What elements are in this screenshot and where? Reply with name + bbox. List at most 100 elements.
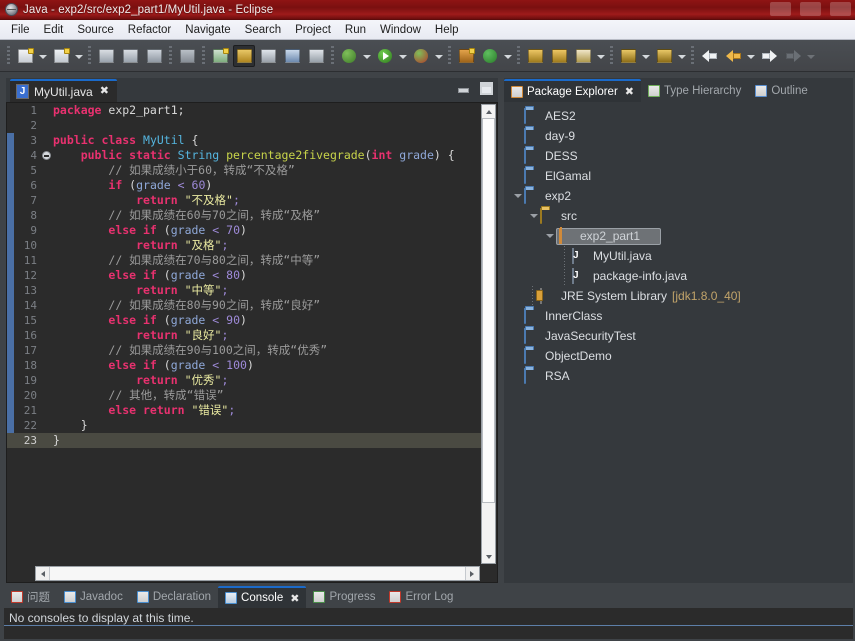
toolbar-toggle-mark-occurrences-button[interactable] [176, 45, 198, 67]
toolbar-last-edit-location-button[interactable] [305, 45, 327, 67]
menu-item-search[interactable]: Search [238, 22, 288, 38]
minimize-button[interactable] [770, 2, 791, 16]
menu-item-navigate[interactable]: Navigate [178, 22, 237, 38]
maximize-button[interactable] [800, 2, 821, 16]
toolbar-run-button[interactable] [374, 45, 396, 67]
explorer-tab-outline[interactable]: Outline [748, 79, 814, 102]
menu-item-run[interactable]: Run [338, 22, 373, 38]
bottom-tab-progress[interactable]: Progress [306, 586, 382, 608]
expand-arrow-icon[interactable] [526, 209, 540, 223]
code-line[interactable]: 7 return "不及格"; [7, 193, 481, 208]
toolbar-back-button[interactable] [698, 45, 720, 67]
code-line[interactable]: 17 // 如果成绩在90与100之间，转成“优秀” [7, 343, 481, 358]
code-line[interactable]: 14 // 如果成绩在80与90之间，转成“良好” [7, 298, 481, 313]
toolbar-import-button[interactable] [617, 45, 639, 67]
tree-item-exp2[interactable]: exp2 [504, 186, 853, 206]
chevron-down-icon[interactable] [433, 45, 444, 67]
project-tree[interactable]: AES2 day-9 DESS ElGamal exp2 srcexp2_part1 MyU… [504, 102, 853, 583]
code-line[interactable]: 18 else if (grade < 100) [7, 358, 481, 373]
chevron-down-icon[interactable] [361, 45, 372, 67]
code-line[interactable]: 4 public static String percentage2fivegr… [7, 148, 481, 163]
scroll-up-icon[interactable] [482, 105, 495, 118]
menu-item-project[interactable]: Project [288, 22, 338, 38]
menu-item-file[interactable]: File [4, 22, 37, 38]
code-line[interactable]: 1 package exp2_part1; [7, 103, 481, 118]
toolbar-new-java-annotation-button[interactable] [209, 45, 231, 67]
toolbar-refresh-button[interactable] [479, 45, 501, 67]
bottom-tab-error-log[interactable]: Error Log [382, 586, 460, 608]
tree-item-aes2[interactable]: AES2 [504, 106, 853, 126]
toolbar-save-button[interactable] [95, 45, 117, 67]
menu-item-help[interactable]: Help [428, 22, 466, 38]
code-line[interactable]: 5 // 如果成绩小于60，转成“不及格” [7, 163, 481, 178]
code-line[interactable]: 15 else if (grade < 90) [7, 313, 481, 328]
tree-item-exp2-part1[interactable]: exp2_part1 [504, 226, 853, 246]
close-icon[interactable]: ✖ [100, 86, 109, 97]
scroll-down-icon[interactable] [482, 550, 495, 563]
code-lines[interactable]: 1 package exp2_part1; 2 3 public class MyUti… [7, 103, 481, 565]
tree-item-elgamal[interactable]: ElGamal [504, 166, 853, 186]
menu-item-window[interactable]: Window [373, 22, 428, 38]
chevron-down-icon[interactable] [73, 45, 84, 67]
chevron-down-icon[interactable] [745, 45, 756, 67]
chevron-down-icon[interactable] [676, 45, 687, 67]
tree-item-javasecuritytest[interactable]: JavaSecurityTest [504, 326, 853, 346]
code-editor[interactable]: 1 package exp2_part1; 2 3 public class MyUti… [6, 102, 498, 583]
editor-horizontal-scrollbar[interactable] [35, 566, 480, 581]
expand-arrow-icon[interactable] [542, 229, 556, 243]
bottom-tab-javadoc[interactable]: Javadoc [57, 586, 130, 608]
tree-item-dess[interactable]: DESS [504, 146, 853, 166]
toolbar-next-icon-disabled[interactable] [782, 45, 804, 67]
toolbar-folder-button[interactable] [548, 45, 570, 67]
code-line[interactable]: 19 return "优秀"; [7, 373, 481, 388]
code-line[interactable]: 12 else if (grade < 80) [7, 268, 481, 283]
menu-item-source[interactable]: Source [70, 22, 120, 38]
chevron-down-icon[interactable] [640, 45, 651, 67]
menu-item-edit[interactable]: Edit [37, 22, 71, 38]
toolbar-run-coverage-button[interactable] [410, 45, 432, 67]
toolbar-print-button[interactable] [143, 45, 165, 67]
expand-arrow-icon[interactable] [510, 189, 524, 203]
editor-tab-myutil[interactable]: MyUtil.java ✖ [10, 79, 117, 102]
close-icon[interactable]: ✖ [290, 592, 299, 605]
code-line[interactable]: 11 // 如果成绩在70与80之间，转成“中等” [7, 253, 481, 268]
console-view[interactable]: No consoles to display at this time. [4, 608, 853, 639]
toolbar-new-junit-test-button[interactable] [455, 45, 477, 67]
chevron-down-icon[interactable] [502, 45, 513, 67]
toolbar-open-task-button[interactable] [233, 44, 255, 67]
bottom-tab-console[interactable]: Console ✖ [218, 586, 307, 608]
code-line[interactable]: 10 return "及格"; [7, 238, 481, 253]
tree-item-rsa[interactable]: RSA [504, 366, 853, 386]
tree-item-myutil-java[interactable]: MyUtil.java [504, 246, 853, 266]
close-button[interactable] [830, 2, 851, 16]
tree-item-src[interactable]: src [504, 206, 853, 226]
chevron-down-icon[interactable] [595, 45, 606, 67]
toolbar-open-type-button[interactable] [281, 45, 303, 67]
code-line[interactable]: 8 // 如果成绩在60与70之间，转成“及格” [7, 208, 481, 223]
maximize-editor-icon[interactable] [479, 81, 494, 96]
tree-item-day-9[interactable]: day-9 [504, 126, 853, 146]
tree-item-jre-system-library[interactable]: JRE System Library [jdk1.8.0_40] [504, 286, 853, 306]
vertical-scroll-thumb[interactable] [482, 118, 495, 503]
code-line[interactable]: 20 // 其他，转成“错误” [7, 388, 481, 403]
horizontal-scroll-thumb[interactable] [49, 567, 466, 580]
toolbar-search-button[interactable] [257, 45, 279, 67]
tree-item-package-info-java[interactable]: package-info.java [504, 266, 853, 286]
code-line[interactable]: 22 } [7, 418, 481, 433]
code-line[interactable]: 13 return "中等"; [7, 283, 481, 298]
toolbar-export-button[interactable] [653, 45, 675, 67]
explorer-tab-package-explorer[interactable]: Package Explorer ✖ [504, 79, 641, 102]
code-line[interactable]: 16 return "良好"; [7, 328, 481, 343]
code-line[interactable]: 23} [7, 433, 481, 448]
bottom-tab-问题[interactable]: 问题 [4, 586, 57, 608]
code-viewport[interactable]: 1 package exp2_part1; 2 3 public class MyUti… [7, 103, 481, 565]
scroll-right-icon[interactable] [466, 567, 479, 580]
toolbar-debug-button[interactable] [338, 45, 360, 67]
code-line[interactable]: 2 [7, 118, 481, 133]
toolbar-open-folder-button[interactable] [524, 45, 546, 67]
toolbar-new-java-class-button[interactable] [50, 45, 72, 67]
tree-item-innerclass[interactable]: InnerClass [504, 306, 853, 326]
fold-collapse-icon[interactable] [42, 151, 51, 160]
tree-item-objectdemo[interactable]: ObjectDemo [504, 346, 853, 366]
explorer-tab-type-hierarchy[interactable]: Type Hierarchy [641, 79, 748, 102]
